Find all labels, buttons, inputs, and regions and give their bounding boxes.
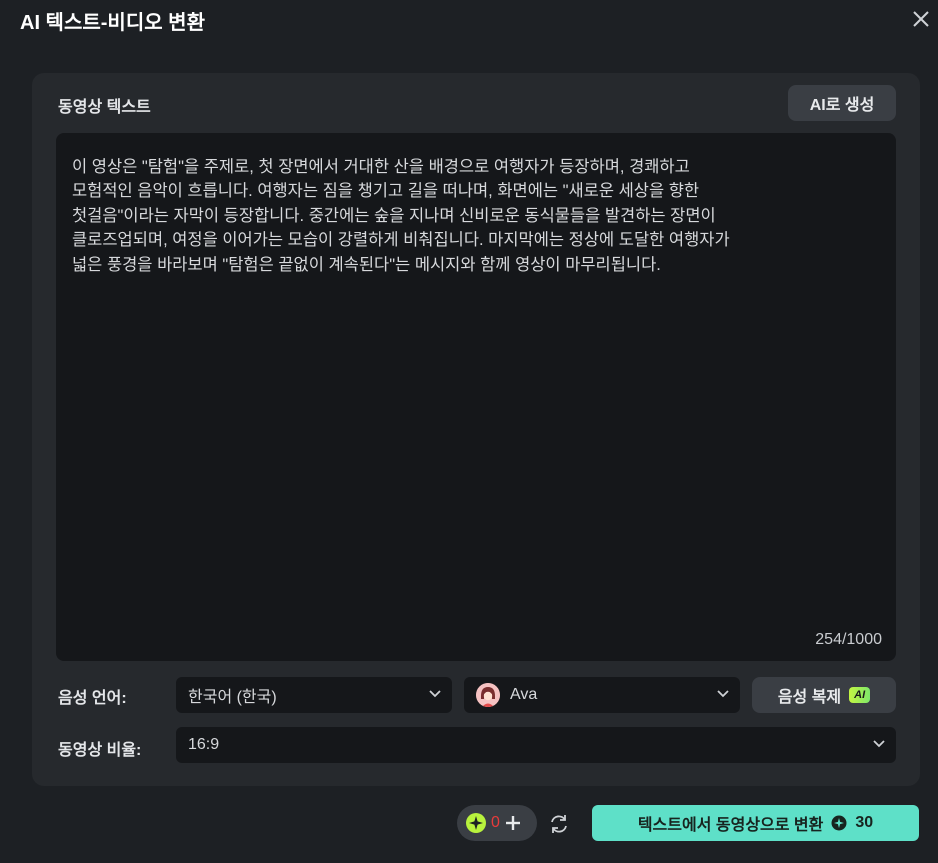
convert-cost: 30 <box>855 814 874 831</box>
voice-language-select[interactable]: 한국어 (한국) <box>176 677 452 713</box>
voice-select[interactable]: Ava <box>464 677 740 713</box>
ai-generate-button[interactable]: AI로 생성 <box>788 85 896 121</box>
aspect-ratio-label: 동영상 비율: <box>58 742 142 759</box>
text-line: 넓은 풍경을 바라보며 "탐험은 끝없이 계속된다"는 메시지와 함께 영상이 … <box>72 255 661 274</box>
credits-pill[interactable]: 0 <box>457 805 537 841</box>
chevron-down-icon <box>429 690 441 698</box>
text-line: 클로즈업되며, 여정을 이어가는 모습이 강렬하게 비춰집니다. 마지막에는 정… <box>72 231 730 250</box>
ai-badge: AI <box>849 687 871 703</box>
voice-clone-button[interactable]: 음성 복제 AI <box>752 677 896 713</box>
chevron-down-icon <box>873 740 885 748</box>
dialog-title: AI 텍스트-비디오 변환 <box>20 12 205 34</box>
voice-language-value: 한국어 (한국) <box>188 689 277 706</box>
chevron-down-icon <box>717 690 729 698</box>
char-count: 254/1000 <box>815 631 882 648</box>
video-text-label: 동영상 텍스트 <box>58 99 151 116</box>
avatar <box>476 683 500 707</box>
text-line: 모험적인 음악이 흐릅니다. 여행자는 짐을 챙기고 길을 떠나며, 화면에는 … <box>72 182 700 201</box>
voice-name: Ava <box>510 686 538 703</box>
refresh-icon[interactable] <box>548 813 570 835</box>
credits-icon <box>466 813 486 833</box>
settings-panel: 동영상 텍스트 AI로 생성 이 영상은 "탐험"을 주제로, 첫 장면에서 거… <box>32 73 920 786</box>
text-line: 첫걸음"이라는 자막이 등장합니다. 중간에는 숲을 지나며 신비로운 동식물들… <box>72 206 716 225</box>
credit-icon <box>831 815 847 831</box>
voice-clone-label: 음성 복제 <box>777 689 842 706</box>
video-text-content: 이 영상은 "탐험"을 주제로, 첫 장면에서 거대한 산을 배경으로 여행자가… <box>72 155 866 277</box>
video-text-input[interactable]: 이 영상은 "탐험"을 주제로, 첫 장면에서 거대한 산을 배경으로 여행자가… <box>56 133 896 661</box>
aspect-ratio-value: 16:9 <box>188 736 220 753</box>
voice-language-label: 음성 언어: <box>58 690 127 707</box>
convert-label: 텍스트에서 동영상으로 변환 <box>637 817 824 834</box>
credits-value: 0 <box>491 814 500 831</box>
close-icon[interactable] <box>908 6 934 32</box>
text-line: 이 영상은 "탐험"을 주제로, 첫 장면에서 거대한 산을 배경으로 여행자가… <box>72 158 690 176</box>
convert-button[interactable]: 텍스트에서 동영상으로 변환 30 <box>592 805 919 841</box>
plus-icon[interactable] <box>504 814 522 832</box>
aspect-ratio-select[interactable]: 16:9 <box>176 727 896 763</box>
